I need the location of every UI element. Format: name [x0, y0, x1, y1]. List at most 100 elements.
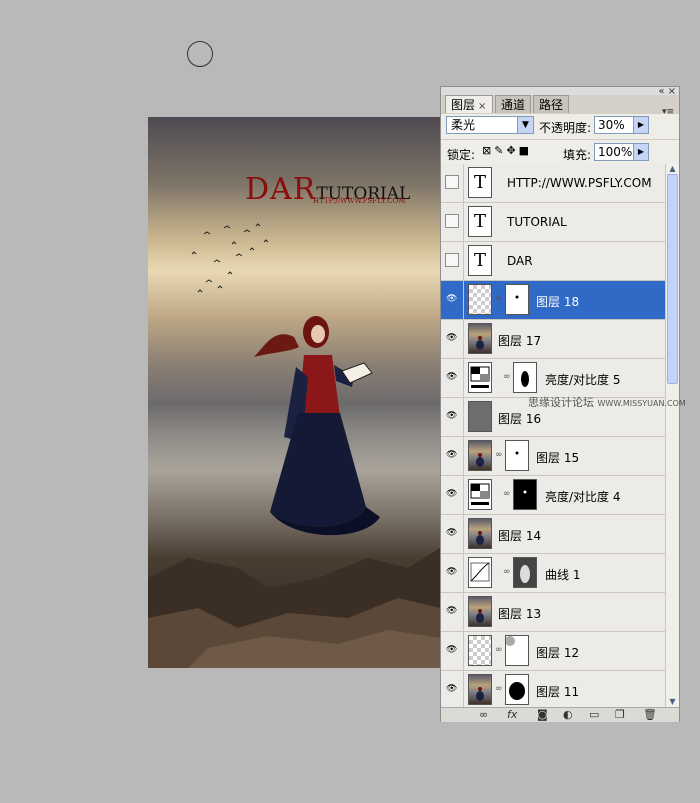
trash-icon[interactable]: 🗑 — [643, 708, 657, 721]
layer-row[interactable]: 👁 ∞ 亮度/对比度 5 — [441, 359, 665, 398]
layer-thumbnail[interactable] — [468, 401, 492, 432]
layer-name: 图层 15 — [536, 451, 580, 465]
tab-layers[interactable]: 图层 × — [445, 95, 493, 113]
lock-paint-icon[interactable]: ✎ — [494, 144, 506, 157]
layer-mask-thumbnail[interactable] — [505, 284, 529, 315]
layers-scrollbar[interactable]: ▲ ▼ — [665, 164, 679, 707]
layer-thumbnail[interactable] — [468, 557, 492, 588]
layer-thumbnail[interactable] — [468, 518, 492, 549]
chain-icon[interactable]: ∞ — [495, 684, 503, 694]
layer-row[interactable]: 👁 ∞ 曲线 1 — [441, 554, 665, 593]
layer-row[interactable]: 👁 ∞ 图层 12 — [441, 632, 665, 671]
eye-icon[interactable]: 👁 — [446, 450, 457, 460]
chain-icon[interactable]: ∞ — [503, 567, 511, 577]
visibility-empty-box[interactable] — [445, 253, 459, 267]
visibility-toggle[interactable]: 👁 — [441, 515, 464, 553]
layer-thumbnail[interactable] — [468, 362, 492, 393]
visibility-toggle[interactable]: 👁 — [441, 593, 464, 631]
visibility-toggle[interactable]: 👁 — [441, 632, 464, 670]
layer-row[interactable]: T HTTP://WWW.PSFLY.COM — [441, 164, 665, 203]
eye-icon[interactable]: 👁 — [446, 567, 457, 577]
layer-row[interactable]: 👁 ∞ 图层 11 — [441, 671, 665, 707]
panel-bottom-toolbar: ∞ fx ◙ ◐ ▭ ❐ 🗑 — [441, 707, 679, 722]
layer-row[interactable]: 👁 ∞ 图层 18 — [441, 281, 665, 320]
blend-mode-select[interactable]: 柔光 ▼ — [446, 116, 534, 134]
eye-icon[interactable]: 👁 — [446, 684, 457, 694]
eye-icon[interactable]: 👁 — [446, 372, 457, 382]
layer-thumbnail[interactable] — [468, 635, 492, 666]
scroll-up-icon[interactable]: ▲ — [667, 164, 678, 174]
layer-mask-thumbnail[interactable] — [513, 479, 537, 510]
lock-transparency-icon[interactable]: ⊠ — [482, 144, 494, 157]
close-icon[interactable]: × — [478, 101, 486, 112]
fill-label: 填充: — [563, 148, 592, 162]
layer-row[interactable]: T TUTORIAL — [441, 203, 665, 242]
layer-row[interactable]: 👁 ∞ 图层 15 — [441, 437, 665, 476]
layer-name: TUTORIAL — [507, 215, 567, 229]
panel-title-bar[interactable]: « × — [441, 87, 679, 97]
eye-icon[interactable]: 👁 — [446, 645, 457, 655]
scroll-down-icon[interactable]: ▼ — [667, 697, 678, 707]
group-folder-icon[interactable]: ▭ — [589, 708, 599, 721]
lock-all-icon[interactable]: ■ — [519, 144, 532, 157]
layer-thumbnail[interactable] — [468, 323, 492, 354]
layer-row[interactable]: 👁 图层 14 — [441, 515, 665, 554]
eye-icon[interactable]: 👁 — [446, 411, 457, 421]
scroll-thumb[interactable] — [667, 174, 678, 384]
eye-icon[interactable]: 👁 — [446, 489, 457, 499]
layer-mask-thumbnail[interactable] — [505, 674, 529, 705]
visibility-toggle[interactable]: 👁 — [441, 476, 464, 514]
chain-icon[interactable]: ∞ — [495, 645, 503, 655]
visibility-toggle[interactable]: 👁 — [441, 359, 464, 397]
chain-icon[interactable]: ∞ — [503, 372, 511, 382]
visibility-toggle[interactable]: 👁 — [441, 671, 464, 707]
layer-mask-thumbnail[interactable] — [505, 440, 529, 471]
layer-thumbnail[interactable] — [468, 479, 492, 510]
eye-icon[interactable]: 👁 — [446, 606, 457, 616]
layer-thumbnail[interactable] — [468, 440, 492, 471]
document-canvas[interactable]: DARTUTORIAL HTTP://WWW.PSFLY.COM — [148, 117, 440, 668]
visibility-toggle[interactable]: 👁 — [441, 320, 464, 358]
lock-move-icon[interactable]: ✥ — [506, 144, 518, 157]
fill-arrow-icon[interactable]: ▶ — [633, 143, 649, 161]
layer-thumbnail[interactable] — [468, 284, 492, 315]
opacity-arrow-icon[interactable]: ▶ — [633, 116, 649, 134]
visibility-empty-box[interactable] — [445, 175, 459, 189]
tab-label: 通道 — [501, 98, 526, 112]
chevron-down-icon[interactable]: ▼ — [517, 117, 533, 133]
link-layers-icon[interactable]: ∞ — [479, 708, 488, 721]
eye-icon[interactable]: 👁 — [446, 294, 457, 304]
eye-icon[interactable]: 👁 — [446, 528, 457, 538]
layer-thumbnail[interactable]: T — [468, 245, 492, 276]
layer-mask-thumbnail[interactable] — [513, 362, 537, 393]
new-layer-icon[interactable]: ❐ — [615, 708, 625, 721]
eye-icon[interactable]: 👁 — [446, 333, 457, 343]
fx-icon[interactable]: fx — [507, 708, 517, 721]
visibility-toggle[interactable]: 👁 — [441, 398, 464, 436]
layer-thumbnail[interactable]: T — [468, 206, 492, 237]
layer-row[interactable]: T DAR — [441, 242, 665, 281]
chain-icon[interactable]: ∞ — [495, 294, 503, 304]
add-mask-icon[interactable]: ◙ — [537, 708, 548, 721]
layer-thumbnail[interactable] — [468, 674, 492, 705]
visibility-toggle[interactable]: 👁 — [441, 281, 464, 319]
birds-illustration — [191, 223, 269, 293]
layer-row[interactable]: 👁 ∞ 亮度/对比度 4 — [441, 476, 665, 515]
visibility-empty-box[interactable] — [445, 214, 459, 228]
visibility-toggle[interactable]: 👁 — [441, 437, 464, 475]
chain-icon[interactable]: ∞ — [503, 489, 511, 499]
layer-row[interactable]: 👁 图层 17 — [441, 320, 665, 359]
visibility-toggle[interactable] — [441, 242, 464, 280]
layer-thumbnail[interactable]: T — [468, 167, 492, 198]
layer-thumbnail[interactable] — [468, 596, 492, 627]
visibility-toggle[interactable] — [441, 203, 464, 241]
adjustment-icon[interactable]: ◐ — [563, 708, 573, 721]
tab-channels[interactable]: 通道 — [495, 95, 531, 113]
tab-paths[interactable]: 路径 — [533, 95, 569, 113]
visibility-toggle[interactable] — [441, 164, 464, 202]
layer-row[interactable]: 👁 图层 13 — [441, 593, 665, 632]
chain-icon[interactable]: ∞ — [495, 450, 503, 460]
visibility-toggle[interactable]: 👁 — [441, 554, 464, 592]
layer-mask-thumbnail[interactable] — [513, 557, 537, 588]
layer-mask-thumbnail[interactable] — [505, 635, 529, 666]
